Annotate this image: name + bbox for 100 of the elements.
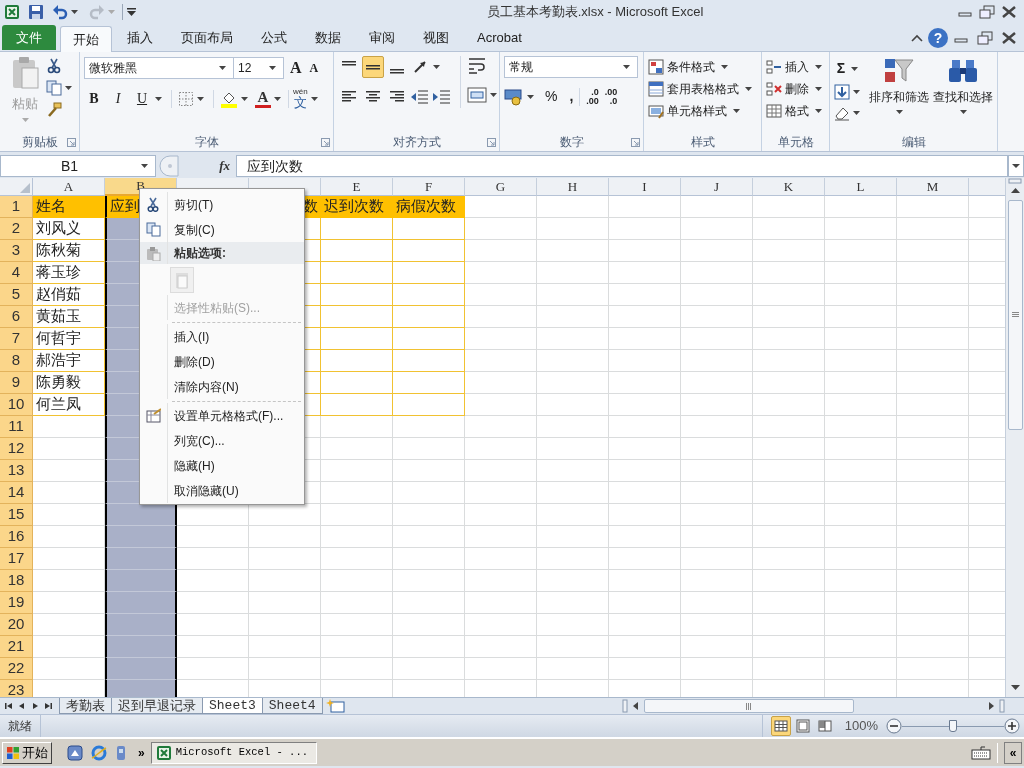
next-sheet-icon[interactable] (30, 701, 40, 711)
scissors-icon[interactable] (46, 58, 62, 74)
sort-filter-button[interactable]: 排序和筛选 (869, 56, 929, 121)
styles-menu-button[interactable]: 套用表格格式 (667, 80, 739, 98)
row-header[interactable]: 17 (0, 548, 33, 570)
caret-icon[interactable] (733, 109, 740, 113)
find-select-button[interactable]: 查找和选择 (933, 56, 993, 121)
row-header[interactable]: 1 (0, 196, 33, 218)
menu-item[interactable]: 删除(D) (174, 352, 304, 371)
row-header[interactable]: 16 (0, 526, 33, 548)
merge-cells-icon[interactable] (467, 86, 487, 104)
excel-logo-icon[interactable] (4, 4, 20, 20)
menu-item[interactable]: 设置单元格格式(F)... (174, 406, 304, 425)
bold-button[interactable]: B (84, 88, 104, 109)
dialog-launcher-icon[interactable] (631, 137, 640, 147)
splitter-handle-icon[interactable] (158, 155, 180, 177)
caret-icon[interactable] (623, 65, 630, 69)
column-header[interactable]: H (537, 178, 609, 196)
customize-icon[interactable] (127, 8, 136, 16)
dialog-launcher-icon[interactable] (321, 137, 330, 147)
font-name-field[interactable]: 微软雅黑 (84, 57, 234, 79)
caret-icon[interactable] (71, 10, 78, 14)
italic-button[interactable]: I (108, 88, 128, 109)
last-sheet-icon[interactable] (43, 701, 53, 711)
ribbon-tab[interactable]: 公式 (248, 25, 300, 51)
normal-view-button[interactable] (770, 716, 791, 736)
zoom-out-icon[interactable] (886, 718, 902, 734)
format-cells-icon[interactable] (766, 103, 782, 119)
sheet-tab[interactable]: 考勤表 (59, 698, 112, 714)
menu-item[interactable]: 清除内容(N) (174, 377, 304, 396)
row-header[interactable]: 15 (0, 504, 33, 526)
underline-button[interactable]: U (132, 88, 152, 109)
cell-style-icon[interactable] (648, 103, 664, 119)
zoom-slider[interactable] (902, 720, 1004, 732)
row-header[interactable]: 10 (0, 394, 33, 416)
comma-button[interactable]: , (569, 86, 574, 107)
expand-formula-icon[interactable] (1008, 155, 1024, 177)
zoom-in-icon[interactable] (1004, 718, 1020, 734)
scrollbar-thumb[interactable] (644, 699, 854, 713)
wrap-text-icon[interactable] (467, 56, 487, 76)
taskbar-button[interactable]: Microsoft Excel - ... (150, 741, 317, 764)
row-header[interactable]: 21 (0, 636, 33, 658)
caret-icon[interactable] (269, 66, 276, 70)
split-handle-icon[interactable] (1008, 178, 1022, 184)
middle-align-icon[interactable] (362, 56, 384, 78)
more-button[interactable]: » (138, 743, 145, 762)
desktop-icon[interactable] (66, 743, 84, 762)
eraser-icon[interactable] (834, 105, 850, 121)
zoom-slider-thumb[interactable] (949, 720, 957, 732)
row-header[interactable]: 9 (0, 372, 33, 394)
ribbon-tab[interactable]: 视图 (410, 25, 462, 51)
currency-icon[interactable] (504, 87, 524, 106)
increase-decimal-button[interactable]: .0 .00 (586, 87, 599, 106)
row-header[interactable]: 14 (0, 482, 33, 504)
scrollbar-thumb[interactable] (1007, 200, 1023, 430)
sheet-tab[interactable]: Sheet3 (202, 698, 263, 714)
caret-icon[interactable] (65, 86, 72, 90)
caret-icon[interactable] (241, 96, 248, 101)
cells-menu-button[interactable]: 插入 (785, 58, 809, 76)
fill-down-icon[interactable] (834, 84, 850, 100)
caret-icon[interactable] (895, 110, 903, 114)
name-box[interactable]: B1 (0, 155, 156, 177)
row-header[interactable]: 19 (0, 592, 33, 614)
ribbon-tab[interactable]: 插入 (114, 25, 166, 51)
font-color-button[interactable]: A (255, 89, 271, 108)
tray-expand-button[interactable]: « (1004, 741, 1022, 764)
dialog-launcher-icon[interactable] (487, 137, 496, 147)
menu-item[interactable]: 隐藏(H) (174, 456, 304, 475)
ribbon-tab[interactable]: Acrobat (464, 25, 535, 51)
delete-cells-icon[interactable] (766, 81, 782, 97)
styles-menu-button[interactable]: 条件格式 (667, 58, 715, 76)
row-header[interactable]: 4 (0, 262, 33, 284)
caret-icon[interactable] (959, 110, 967, 114)
row-header[interactable]: 23 (0, 680, 33, 697)
menu-item[interactable]: 插入(I) (174, 327, 304, 346)
sheet-tab[interactable]: Sheet4 (261, 698, 323, 714)
split-handle-icon[interactable] (999, 699, 1005, 713)
column-header[interactable]: M (897, 178, 969, 196)
caret-icon[interactable] (141, 164, 148, 168)
row-header[interactable]: 6 (0, 306, 33, 328)
save-icon[interactable] (28, 4, 44, 20)
previous-sheet-icon[interactable] (17, 701, 27, 711)
caret-icon[interactable] (433, 65, 440, 69)
row-header[interactable]: 20 (0, 614, 33, 636)
caret-icon[interactable] (527, 94, 534, 99)
caret-icon[interactable] (310, 96, 318, 101)
format-painter-icon[interactable] (46, 102, 62, 118)
caret-icon[interactable] (815, 87, 822, 91)
menu-item[interactable]: 列宽(C)... (174, 431, 304, 450)
menu-item[interactable]: 复制(C) (174, 220, 304, 239)
formula-input[interactable]: 应到次数 (236, 155, 1008, 177)
row-header[interactable]: 12 (0, 438, 33, 460)
decrease-decimal-button[interactable]: .00 .0 (604, 87, 618, 106)
column-header[interactable]: E (321, 178, 393, 196)
caret-icon[interactable] (745, 87, 752, 91)
sheet-tab[interactable]: 迟到早退记录 (111, 698, 203, 714)
keyboard-icon[interactable] (971, 744, 991, 761)
caret-icon[interactable] (853, 90, 860, 94)
ribbon-tab[interactable]: 开始 (60, 26, 112, 52)
caret-icon[interactable] (490, 93, 497, 97)
